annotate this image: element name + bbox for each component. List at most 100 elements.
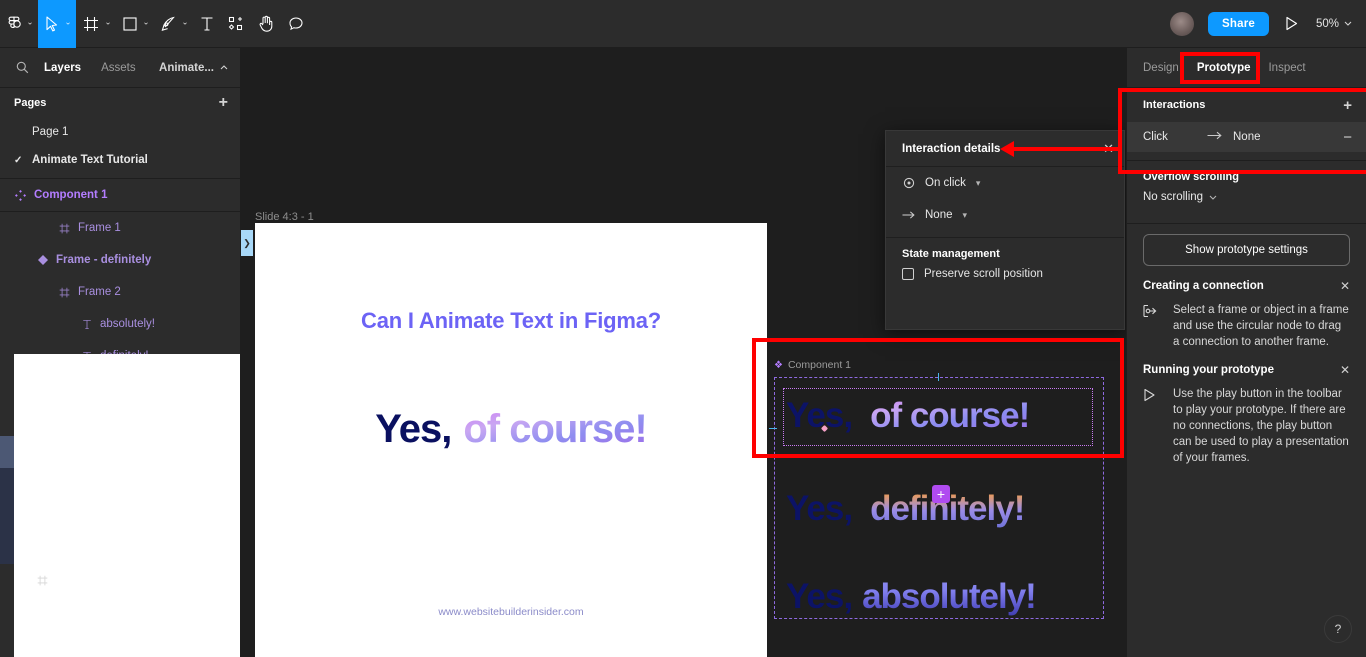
interaction-row-click[interactable]: Click None −	[1127, 122, 1366, 152]
preserve-scroll-checkbox[interactable]	[902, 268, 914, 280]
figma-logo-icon[interactable]	[0, 0, 28, 48]
popup-action-label: None	[925, 209, 953, 221]
frame-icon	[58, 286, 71, 299]
pen-tool[interactable]	[154, 0, 183, 48]
zoom-control[interactable]: 50%	[1316, 18, 1352, 30]
help-card-header: Creating a connection ✕	[1143, 280, 1350, 292]
tab-prototype[interactable]: Prototype	[1189, 57, 1259, 79]
connection-node-icon	[1143, 302, 1161, 350]
show-prototype-settings-button[interactable]: Show prototype settings	[1143, 234, 1350, 266]
page-label: Animate Text Tutorial	[32, 154, 148, 166]
layers-tree[interactable]: Component 1 Frame 1 Frame - definitely Fram…	[0, 179, 240, 657]
plus-icon[interactable]: +	[1343, 98, 1352, 113]
hand-tool[interactable]	[251, 0, 281, 48]
zoom-level-label: 50%	[1316, 18, 1339, 30]
chevron-down-icon[interactable]: ▾	[976, 178, 981, 189]
right-panel: Design Prototype Inspect Interactions + …	[1126, 48, 1366, 657]
state-management-section: State management Preserve scroll positio…	[886, 237, 1124, 280]
tab-design[interactable]: Design	[1135, 57, 1187, 79]
shape-tool[interactable]	[116, 0, 144, 48]
frame-tool[interactable]	[76, 0, 106, 48]
chevron-down-icon	[1209, 195, 1217, 200]
component-name-label[interactable]: ❖ Component 1	[774, 359, 851, 371]
layer-row-label: Frame 1	[78, 222, 121, 234]
overflow-scrolling-select[interactable]: No scrolling	[1127, 183, 1366, 215]
close-icon[interactable]: ✕	[1103, 142, 1114, 155]
check-icon: ✓	[14, 155, 26, 166]
sidebar-tabs: Layers Assets Animate...	[0, 48, 240, 88]
pen-tool-chevron-icon[interactable]	[183, 0, 193, 48]
figma-menu-chevron-icon[interactable]	[28, 0, 38, 48]
slide-name-label[interactable]: Slide 4:3 - 1	[255, 211, 314, 223]
component-group[interactable]: ❖ Component 1 Yes,of course! Yes,definit…	[774, 373, 1104, 657]
layer-row[interactable]: Frame - definitely	[0, 244, 240, 276]
pages-header: Pages +	[0, 88, 240, 118]
help-card-running-prototype: Running your prototype ✕ Use the play bu…	[1127, 350, 1366, 466]
move-tool[interactable]	[38, 0, 66, 48]
top-toolbar: Share 50%	[0, 0, 1366, 48]
figma-app-window: Share 50% Layers Assets Animate... Pages…	[0, 0, 1366, 657]
minus-icon[interactable]: −	[1343, 130, 1352, 145]
interaction-details-popup[interactable]: Interaction details ✕ On click ▾ None ▾ …	[885, 130, 1125, 330]
page-row-animate-text-tutorial[interactable]: ✓ Animate Text Tutorial	[0, 146, 240, 174]
component-icon: ❖	[774, 360, 783, 371]
left-sidebar: Layers Assets Animate... Pages + Page 1 …	[0, 48, 241, 657]
layer-row[interactable]: Slide 4:3 - 1	[14, 354, 240, 657]
help-button[interactable]: ?	[1324, 615, 1352, 643]
play-icon[interactable]	[1285, 16, 1298, 31]
comment-tool[interactable]	[281, 0, 311, 48]
overflow-scrolling-value: No scrolling	[1143, 191, 1203, 203]
slide-phrase-prefix: Yes,	[375, 407, 451, 451]
slide-title: Can I Animate Text in Figma?	[255, 308, 767, 334]
guide-tick-left	[769, 428, 777, 429]
layer-row-label: Component 1	[34, 189, 107, 201]
interactions-title: Interactions	[1143, 99, 1205, 111]
help-card-header: Running your prototype ✕	[1143, 364, 1350, 376]
help-card-body: Use the play button in the toolbar to pl…	[1143, 386, 1350, 466]
tab-layers[interactable]: Layers	[34, 62, 91, 74]
shape-tool-chevron-icon[interactable]	[144, 0, 154, 48]
layer-row-label: Frame 2	[78, 286, 121, 298]
help-card-body: Select a frame or object in a frame and …	[1143, 302, 1350, 350]
slide-frame[interactable]: Can I Animate Text in Figma? Yes,of cour…	[255, 223, 767, 657]
slide-side-handle[interactable]: ❯	[241, 230, 253, 256]
line-word: of course!	[870, 396, 1029, 435]
text-tool[interactable]	[193, 0, 221, 48]
slide-url: www.websitebuilderinsider.com	[255, 606, 767, 618]
chevron-down-icon[interactable]: ▾	[963, 210, 968, 221]
search-icon[interactable]	[10, 61, 34, 74]
close-icon[interactable]: ✕	[1340, 280, 1350, 292]
preserve-scroll-row[interactable]: Preserve scroll position	[886, 268, 1124, 280]
avatar[interactable]	[1170, 12, 1194, 36]
layer-row[interactable]: Frame 2	[0, 276, 240, 308]
share-button[interactable]: Share	[1208, 12, 1269, 36]
file-name-menu[interactable]: Animate...	[159, 62, 228, 74]
state-management-title: State management	[886, 248, 1124, 268]
tab-inspect[interactable]: Inspect	[1260, 57, 1313, 79]
component-line-1: Yes,of course!	[786, 398, 1029, 433]
tab-assets[interactable]: Assets	[91, 62, 146, 74]
frame-tool-chevron-icon[interactable]	[106, 0, 116, 48]
component-line-2: Yes,definitely!	[786, 491, 1024, 526]
layer-row[interactable]: Frame 1	[0, 212, 240, 244]
instance-icon	[36, 254, 49, 267]
move-tool-chevron-icon[interactable]	[66, 0, 76, 48]
close-icon[interactable]: ✕	[1340, 364, 1350, 376]
popup-trigger-row[interactable]: On click ▾	[886, 167, 1124, 199]
help-card-title: Running your prototype	[1143, 364, 1274, 376]
components-icon[interactable]	[221, 0, 251, 48]
popup-trigger-label: On click	[925, 177, 966, 189]
interaction-trigger-label: Click	[1143, 131, 1207, 143]
add-interaction-badge[interactable]: +	[932, 485, 950, 503]
play-icon	[1143, 386, 1161, 466]
popup-action-row[interactable]: None ▾	[886, 199, 1124, 231]
right-panel-tabs: Design Prototype Inspect	[1127, 48, 1366, 88]
text-icon	[80, 318, 93, 331]
layer-row[interactable]: absolutely!	[0, 308, 240, 340]
plus-icon[interactable]: +	[219, 95, 228, 111]
layer-row[interactable]: Component 1	[0, 179, 240, 211]
page-row-page-1[interactable]: Page 1	[0, 118, 240, 146]
popup-title: Interaction details	[902, 143, 1000, 155]
layer-row-label: Frame - definitely	[56, 254, 151, 266]
help-card-title: Creating a connection	[1143, 280, 1264, 292]
